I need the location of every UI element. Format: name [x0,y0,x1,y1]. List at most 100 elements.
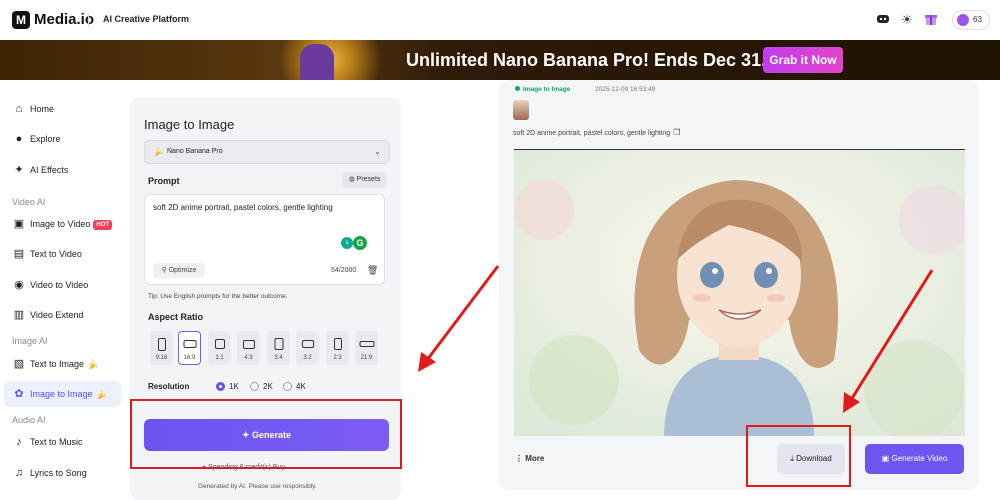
assistant-icon[interactable]: ♀ [341,237,353,249]
sidebar-item-label: Lyrics to Song [30,468,87,478]
result-prompt: soft 2D anime portrait, pastel colors, g… [513,128,680,137]
ratio-option-2-3[interactable]: 2:3 [326,331,349,365]
sidebar-item-home[interactable]: ⌂ Home [4,96,121,122]
ratio-label: 4:3 [244,355,253,361]
ratio-option-16-9[interactable]: 16:9 [178,331,201,365]
sidebar-item-explore[interactable]: ● Explore [4,126,121,152]
banana-icon: 🍌 [87,359,99,369]
banner-headline: Unlimited Nano Banana Pro! Ends Dec 31. [406,50,767,70]
gift-icon[interactable] [923,12,939,28]
sidebar-item-text-to-image[interactable]: ▧ Text to Image 🍌 [4,351,121,377]
presets-button[interactable]: ◍ Presets [342,172,387,188]
ratio-option-3-2[interactable]: 3:2 [296,331,319,365]
sidebar-item-label: Video Extend [30,310,84,320]
prompt-textarea[interactable]: soft 2D anime portrait, pastel colors, g… [144,194,385,285]
ratio-label: 9:16 [155,355,168,361]
lyrics-icon: ♫ [14,467,24,479]
credit-icon [957,14,969,26]
square-ratio-icon [214,339,225,349]
media-io-logo-icon[interactable]: M [12,11,30,29]
banana-icon: 🍌 [153,147,163,156]
ratio-option-4-3[interactable]: 4:3 [237,331,260,365]
sidebar-item-image-to-image[interactable]: ✿ Image to Image 🍌 [4,381,121,407]
landscape-ratio-icon [359,341,374,347]
sidebar-item-label: Text to Video [30,249,82,259]
more-label: More [525,454,545,463]
annotation-arrow-left [425,265,500,361]
source-thumbnail[interactable] [513,100,529,120]
chevron-down-icon: ⌄ [374,147,381,156]
presets-label: Presets [356,176,381,183]
copy-icon[interactable]: ❐ [673,128,680,137]
ratio-label: 3:4 [274,355,283,361]
timestamp: 2025-12-09 16:53:49 [595,86,656,93]
sidebar-item-text-to-music[interactable]: ♪ Text to Music [4,429,121,455]
more-button[interactable]: ⋮ More [515,454,544,463]
sidebar-item-ai-effects[interactable]: ✦ AI Effects [4,157,121,183]
model-name: Nano Banana Pro [167,148,223,155]
sidebar-item-video-to-video[interactable]: ◉ Video to Video [4,272,121,298]
anime-portrait-illustration [514,150,965,436]
ratio-option-9-16[interactable]: 9:16 [150,331,173,365]
swap-icon: ◉ [14,279,24,291]
credits-badge[interactable]: 63 [952,10,990,30]
status-badge: Image to Image [515,86,570,93]
promo-banner[interactable]: Unlimited Nano Banana Pro! Ends Dec 31. … [0,40,1000,80]
generate-video-button[interactable]: ▣ Generate Video [865,444,964,474]
ratio-label: 3:2 [303,355,312,361]
prompt-text[interactable]: soft 2D anime portrait, pastel colors, g… [153,203,333,212]
panel-title: Image to Image [144,117,235,132]
ratio-label: 21:9 [360,355,373,361]
prompt-label: Prompt [148,176,180,186]
image-video-icon: ▣ [13,218,25,230]
trash-icon[interactable]: 🗑 [367,265,378,276]
video-icon: ▣ [881,454,892,463]
portrait-ratio-icon [333,338,342,350]
status-text: Image to Image [523,86,571,93]
annotation-highlight-generate [130,399,402,469]
sidebar-item-label: Home [30,104,55,114]
top-bar: M Media.io AI Creative Platform ☀ 63 [0,0,1000,40]
annotation-highlight-download [746,425,851,487]
optimize-label: Optimize [168,267,197,274]
ratio-option-3-4[interactable]: 3:4 [267,331,290,365]
resolution-radio-1k[interactable] [216,382,225,391]
discord-icon[interactable] [875,12,891,28]
optimize-button[interactable]: ⚲ Optimize [153,263,205,278]
result-prompt-text: soft 2D anime portrait, pastel colors, g… [513,130,671,137]
banana-icon: 🍌 [95,389,107,399]
grammarly-icon[interactable]: G [353,236,367,250]
sidebar: ⌂ Home ● Explore ✦ AI Effects Video AI ▣ Ima… [0,80,128,500]
annotation-arrowhead-left [418,352,436,372]
ratio-label: 16:9 [183,355,196,361]
generated-image[interactable] [514,149,965,436]
home-icon: ⌂ [15,103,23,115]
resolution-label: Resolution [148,382,190,391]
clapper-icon: ▤ [13,248,25,260]
generate-video-label: Generate Video [891,454,948,463]
portrait-ratio-icon [157,338,166,351]
grab-it-now-button[interactable]: Grab it Now [763,47,843,73]
credits-count: 63 [973,15,982,24]
prompt-tip: Tip: Use English prompts for the better … [148,293,288,300]
sidebar-item-label: Image to Video [30,219,91,229]
sidebar-item-lyrics-to-song[interactable]: ♫ Lyrics to Song [4,460,121,486]
section-video-ai: Video AI [12,197,46,207]
resolution-radio-2k[interactable] [250,382,259,391]
extend-icon: ▥ [13,309,25,321]
aspect-ratio-label: Aspect Ratio [148,312,204,322]
sparkle-icon: ✦ [14,164,24,176]
sun-icon[interactable]: ☀ [899,12,915,28]
compass-icon: ● [15,133,23,145]
sidebar-item-image-to-video[interactable]: ▣ Image to Video HOT [4,211,121,237]
sidebar-item-video-extend[interactable]: ▥ Video Extend [4,302,121,328]
portrait-ratio-icon [274,338,283,350]
brand-name[interactable]: Media.io [34,11,94,28]
hot-badge: HOT [93,219,113,230]
sidebar-item-text-to-video[interactable]: ▤ Text to Video [4,241,121,267]
resolution-radio-4k[interactable] [283,382,292,391]
section-audio-ai: Audio AI [12,415,46,425]
model-select[interactable]: 🍌 Nano Banana Pro ⌄ [144,140,390,164]
ratio-option-21-9[interactable]: 21:9 [355,331,378,365]
ratio-option-1-1[interactable]: 1:1 [208,331,231,365]
